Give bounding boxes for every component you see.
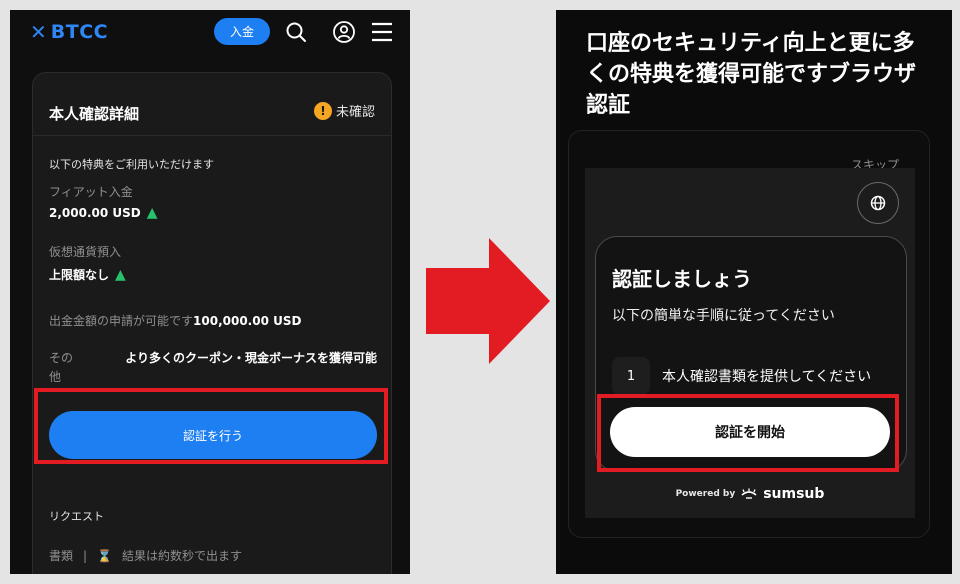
crypto-deposit-label: 仮想通貨預入 — [49, 245, 122, 259]
fiat-deposit-value: 2,000.00 USD ▲ — [49, 206, 158, 220]
up-arrow-icon: ▲ — [146, 205, 158, 221]
result-time-text: 結果は約数秒で出ます — [122, 549, 243, 563]
fiat-deposit-label: フィアット入金 — [49, 185, 133, 199]
withdrawal-value: 100,000.00 USD — [193, 314, 302, 328]
logo-mark-icon: ✕ — [30, 20, 47, 44]
other-label: その他 — [49, 351, 74, 384]
hamburger-menu-icon[interactable] — [370, 20, 394, 44]
search-icon[interactable] — [284, 20, 308, 44]
globe-language-button[interactable] — [857, 182, 899, 224]
identity-verification-card: 本人確認詳細 ! 未確認 以下の特典をご利用いただけます フィアット入金 2,0… — [32, 72, 392, 574]
fiat-deposit-amount: 2,000.00 USD — [49, 206, 141, 220]
separator: | — [83, 548, 88, 563]
document-label: 書類 — [49, 549, 74, 563]
promo-heading: 口座のセキュリティ向上と更に多くの特典を獲得可能ですブラウザ認証 — [586, 31, 917, 118]
withdrawal-label: 出金金額の申請が可能です — [49, 314, 194, 328]
start-verification-button[interactable]: 認証を開始 — [610, 407, 890, 457]
right-arrow-icon — [426, 238, 550, 364]
hourglass-icon: ⌛ — [97, 548, 113, 563]
logo-text: BTCC — [50, 21, 109, 43]
left-screen: ✕ BTCC 入金 本人確認詳細 ! 未確認 以下の特典をご利用いただけます フ… — [10, 10, 410, 574]
deposit-button[interactable]: 入金 — [214, 18, 270, 45]
card-title: 本人確認詳細 — [49, 105, 140, 123]
requirements-label: リクエスト — [49, 510, 104, 523]
btcc-logo[interactable]: ✕ BTCC — [30, 21, 108, 43]
start-verification-button[interactable]: 認証を行う — [49, 411, 377, 459]
account-icon[interactable] — [332, 20, 356, 44]
status-text: 未確認 — [335, 105, 375, 120]
sumsub-brand-text: sumsub — [763, 486, 825, 502]
warning-icon: ! — [313, 101, 332, 120]
verification-status: ! 未確認 — [313, 101, 375, 120]
withdrawal-limit: 出金金額の申請が可能です100,000.00 USD — [49, 312, 301, 329]
verify-description: 以下の簡単な手順に従ってください — [612, 308, 835, 324]
other-value: より多くのクーポン・現金ボーナスを獲得可能 — [125, 351, 377, 365]
sumsub-frame: 認証しましょう 以下の簡単な手順に従ってください 1 本人確認書類を提供してくだ… — [585, 168, 915, 518]
up-arrow-icon: ▲ — [115, 266, 126, 283]
powered-by-sumsub: Powered by sumsub — [585, 486, 915, 502]
top-header: ✕ BTCC 入金 — [10, 10, 410, 58]
divider — [33, 135, 391, 136]
right-screen: 口座のセキュリティ向上と更に多くの特典を獲得可能ですブラウザ認証 スキップ 認証… — [556, 10, 952, 574]
powered-by-text: Powered by — [675, 489, 736, 499]
verify-title: 認証しましょう — [612, 267, 752, 291]
verify-card: 認証しましょう 以下の簡単な手順に従ってください 1 本人確認書類を提供してくだ… — [595, 236, 907, 472]
step-text: 本人確認書類を提供してください — [662, 369, 872, 385]
sumsub-logo-icon — [741, 488, 757, 499]
globe-icon — [870, 195, 886, 211]
crypto-deposit-amount: 上限額なし — [49, 268, 110, 282]
benefits-heading: 以下の特典をご利用いただけます — [49, 158, 214, 171]
requirements-row: 書類 | ⌛ 結果は約数秒で出ます — [49, 547, 242, 564]
crypto-deposit-value: 上限額なし ▲ — [49, 266, 126, 283]
verification-modal: スキップ 認証しましょう 以下の簡単な手順に従ってください 1 本人確認書類を提… — [568, 130, 930, 538]
step-number-badge: 1 — [612, 357, 650, 395]
